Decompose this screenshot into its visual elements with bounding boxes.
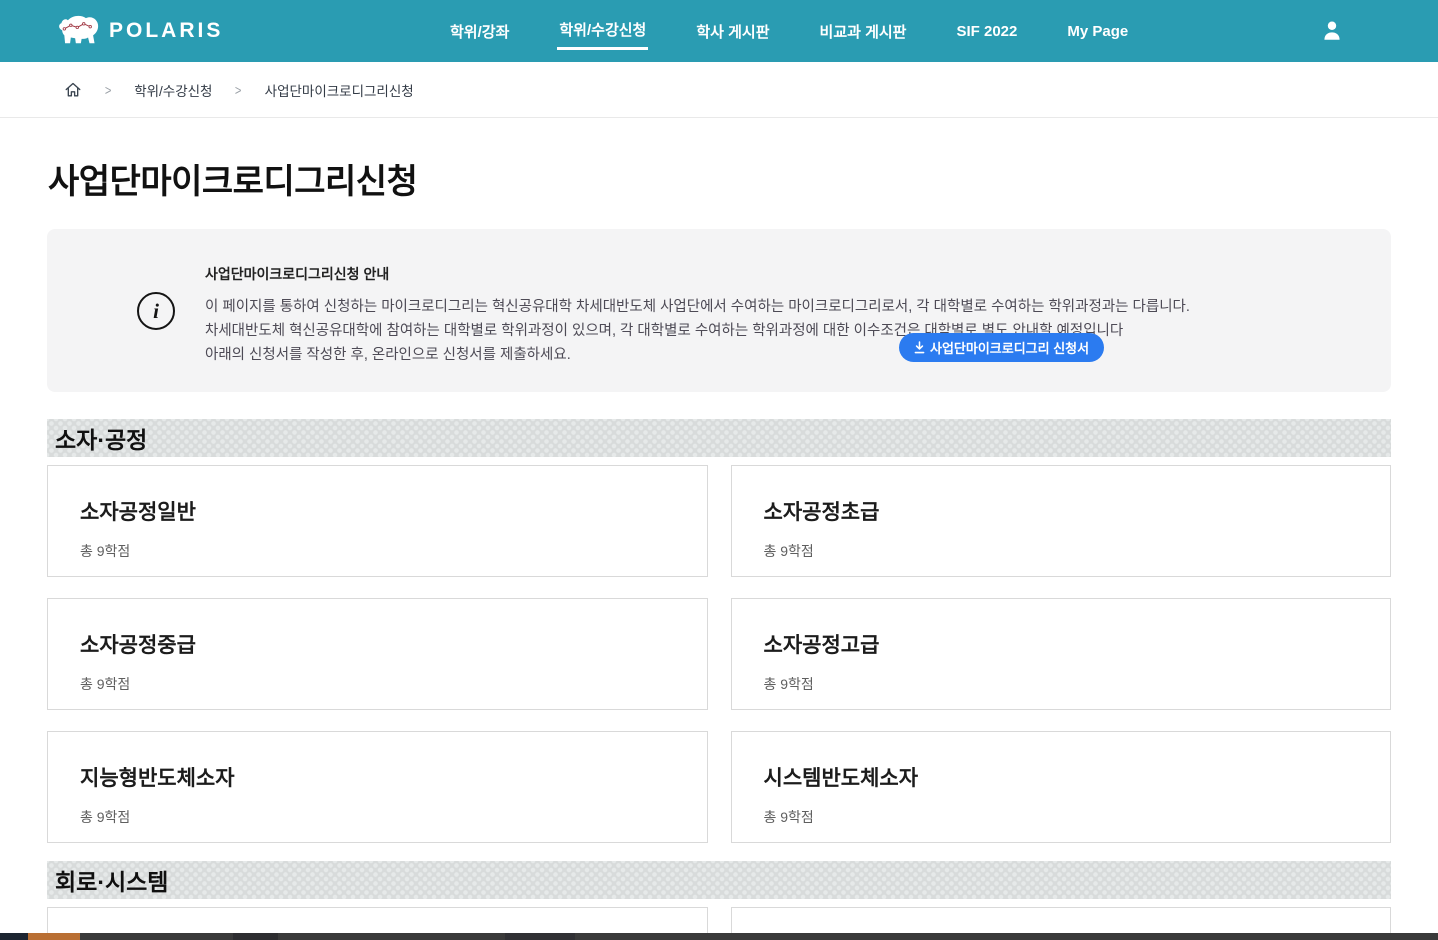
card-title: 소자공정고급: [764, 629, 1391, 659]
brand-logo[interactable]: POLARIS: [55, 13, 223, 49]
microdegree-card[interactable]: 소자공정고급 총 9학점: [731, 598, 1392, 710]
breadcrumb-item-current: 사업단마이크로디그리신청: [265, 80, 414, 100]
section-header-device-process: 소자·공정: [47, 419, 1391, 457]
download-button-label: 사업단마이크로디그리 신청서: [930, 338, 1089, 357]
card-credits: 총 9학점: [80, 541, 707, 561]
notice-box: i 사업단마이크로디그리신청 안내 이 페이지를 통하여 신청하는 마이크로디그…: [47, 229, 1391, 392]
nav-item-sif-2022[interactable]: SIF 2022: [954, 17, 1019, 46]
breadcrumb-item-degree-enrollment[interactable]: 학위/수강신청: [134, 80, 212, 100]
home-icon: [64, 81, 82, 99]
breadcrumb-home-link[interactable]: [64, 81, 82, 99]
notice-line: 이 페이지를 통하여 신청하는 마이크로디그리는 혁신공유대학 차세대반도체 사…: [205, 295, 1351, 319]
microdegree-card[interactable]: 소자공정초급 총 9학점: [731, 465, 1392, 577]
card-title: 시스템반도체소자: [764, 762, 1391, 792]
application-form-download-button[interactable]: 사업단마이크로디그리 신청서: [899, 333, 1104, 362]
nav-item-degree-lecture[interactable]: 학위/강좌: [448, 15, 511, 48]
card-title: 소자공정초급: [764, 496, 1391, 526]
microdegree-card[interactable]: 소자공정일반 총 9학점: [47, 465, 708, 577]
card-credits: 총 9학점: [80, 807, 707, 827]
download-icon: [914, 341, 925, 354]
notice-line: 아래의 신청서를 작성한 후, 온라인으로 신청서를 제출하세요.: [205, 343, 1351, 367]
card-title: 소자공정일반: [80, 496, 707, 526]
breadcrumb-chevron-icon: >: [235, 82, 242, 98]
breadcrumb-chevron-icon: >: [105, 82, 112, 98]
user-account-button[interactable]: [1318, 17, 1346, 45]
microdegree-card[interactable]: 소자공정중급 총 9학점: [47, 598, 708, 710]
page-title: 사업단마이크로디그리신청: [48, 154, 1438, 203]
top-navbar: POLARIS 학위/강좌 학위/수강신청 학사 게시판 비교과 게시판 SIF…: [0, 0, 1438, 62]
card-title: 지능형반도체소자: [80, 762, 707, 792]
notice-title: 사업단마이크로디그리신청 안내: [205, 264, 1351, 284]
card-credits: 총 9학점: [764, 674, 1391, 694]
card-grid-device-process: 소자공정일반 총 9학점 소자공정초급 총 9학점 소자공정중급 총 9학점 소…: [47, 465, 1391, 843]
polar-bear-icon: [55, 13, 101, 49]
nav-item-my-page[interactable]: My Page: [1065, 17, 1130, 46]
card-credits: 총 9학점: [764, 541, 1391, 561]
microdegree-card[interactable]: 지능형반도체소자 총 9학점: [47, 731, 708, 843]
card-credits: 총 9학점: [764, 807, 1391, 827]
nav-item-extracurricular-board[interactable]: 비교과 게시판: [818, 15, 909, 48]
brand-name: POLARIS: [109, 19, 223, 43]
microdegree-card[interactable]: 시스템반도체소자 총 9학점: [731, 731, 1392, 843]
notice-line: 차세대반도체 혁신공유대학에 참여하는 대학별로 학위과정이 있으며, 각 대학…: [205, 319, 1351, 343]
main-nav: 학위/강좌 학위/수강신청 학사 게시판 비교과 게시판 SIF 2022 My…: [448, 0, 1130, 62]
card-title: 소자공정중급: [80, 629, 707, 659]
nav-item-degree-enrollment[interactable]: 학위/수강신청: [557, 13, 648, 50]
breadcrumb: > 학위/수강신청 > 사업단마이크로디그리신청: [0, 62, 1438, 118]
section-header-circuit-system: 회로·시스템: [47, 861, 1391, 899]
taskbar-edge[interactable]: [0, 933, 1438, 940]
nav-item-academic-board[interactable]: 학사 게시판: [694, 15, 771, 48]
card-credits: 총 9학점: [80, 674, 707, 694]
person-icon: [1318, 17, 1346, 45]
info-icon: i: [137, 292, 175, 330]
